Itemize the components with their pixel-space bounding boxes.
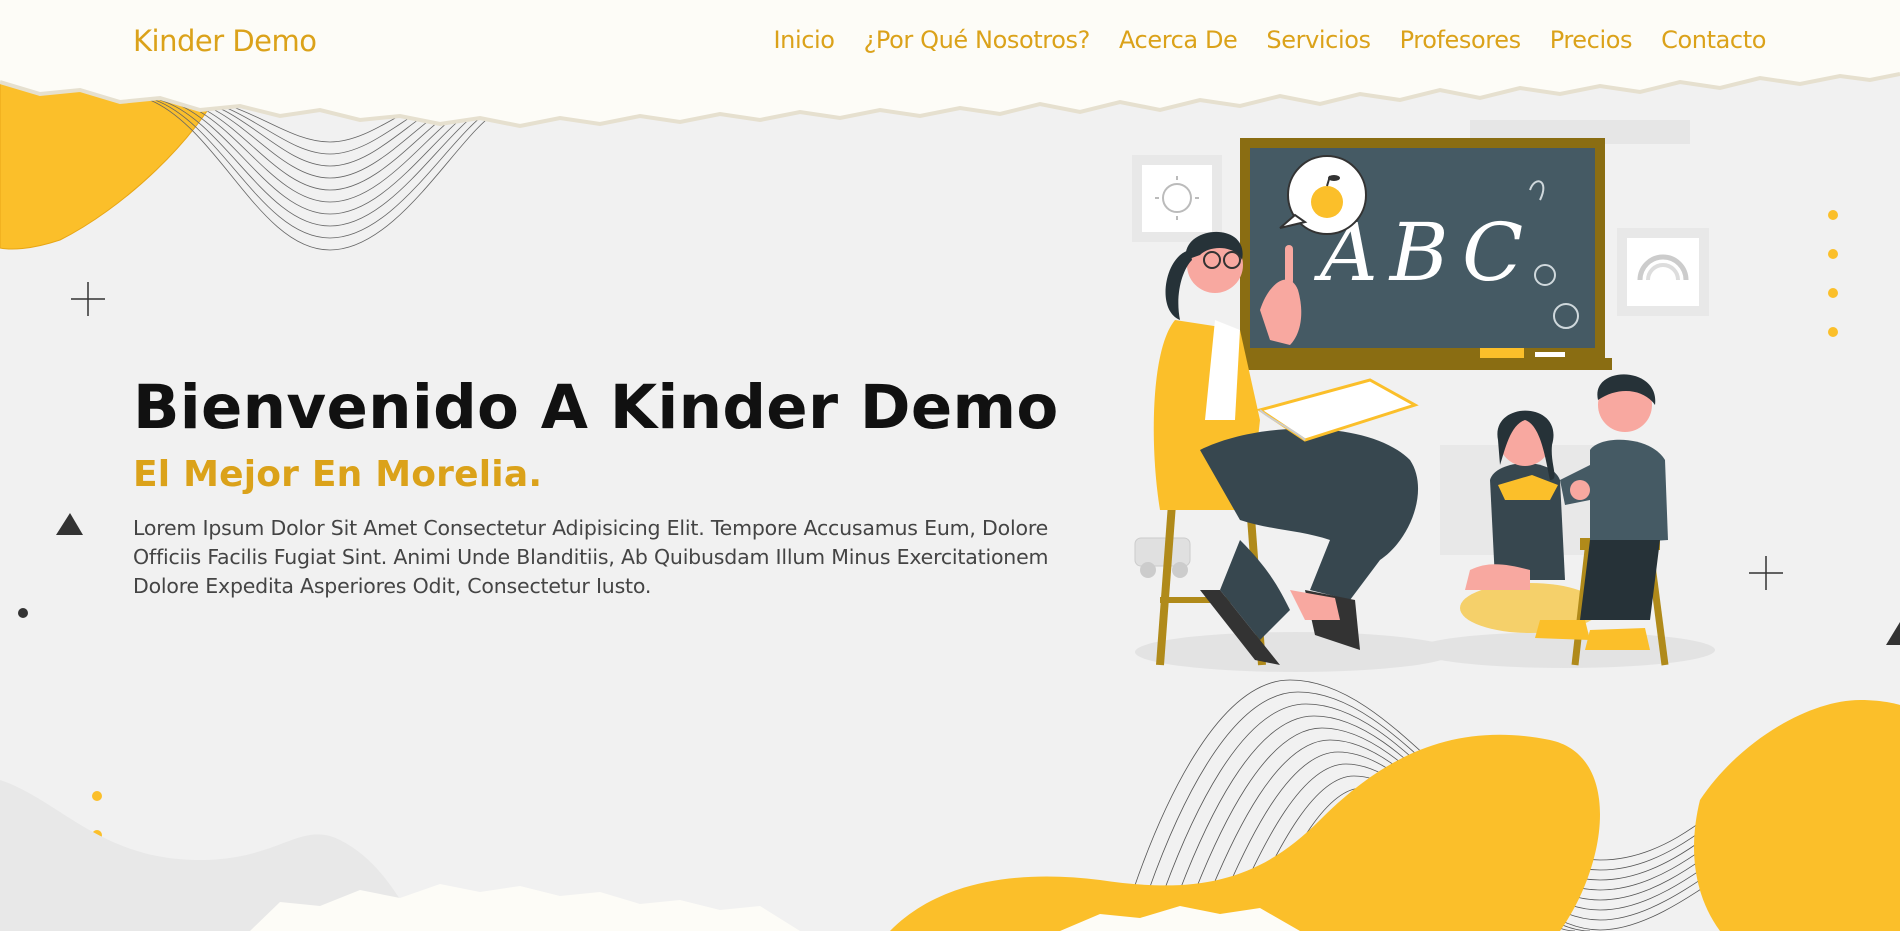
brand-logo-link[interactable]: Kinder Demo bbox=[133, 24, 317, 58]
rainbow-picture-frame bbox=[1617, 228, 1709, 316]
hero-description: Lorem Ipsum Dolor Sit Amet Consectetur A… bbox=[133, 516, 1049, 598]
triangle-mark-right bbox=[1886, 622, 1900, 645]
nav-link-profesores[interactable]: Profesores bbox=[1400, 26, 1521, 54]
sun-picture-frame bbox=[1132, 155, 1222, 242]
nav-link-precios[interactable]: Precios bbox=[1550, 26, 1633, 54]
main-nav: Inicio ¿Por Qué Nosotros? Acerca De Serv… bbox=[773, 26, 1766, 54]
classroom-illustration: ABC bbox=[1132, 120, 1715, 672]
dot-mark bbox=[18, 608, 28, 618]
bottom-yellow-blob-1 bbox=[890, 734, 1600, 931]
nav-link-contacto[interactable]: Contacto bbox=[1661, 26, 1766, 54]
nav-link-servicios[interactable]: Servicios bbox=[1266, 26, 1371, 54]
plus-mark-left bbox=[71, 282, 105, 316]
nav-link-por-que-nosotros[interactable]: ¿Por Qué Nosotros? bbox=[864, 26, 1091, 54]
yellow-dots-right bbox=[1828, 210, 1838, 337]
plus-mark-right bbox=[1749, 556, 1783, 590]
nav-link-acerca-de[interactable]: Acerca De bbox=[1119, 26, 1238, 54]
hero-section: Bienvenido A Kinder Demo El Mejor En Mor… bbox=[133, 368, 1073, 601]
nav-link-inicio[interactable]: Inicio bbox=[773, 26, 835, 54]
navbar: Kinder Demo Inicio ¿Por Qué Nosotros? Ac… bbox=[0, 0, 1900, 78]
hero-subtitle: El Mejor En Morelia. bbox=[133, 454, 543, 495]
toy-car-icon bbox=[1134, 537, 1191, 578]
hero-title: Bienvenido A Kinder Demo bbox=[133, 372, 1059, 443]
bottom-yellow-blob-2 bbox=[1694, 700, 1900, 931]
triangle-mark-left bbox=[56, 513, 83, 535]
